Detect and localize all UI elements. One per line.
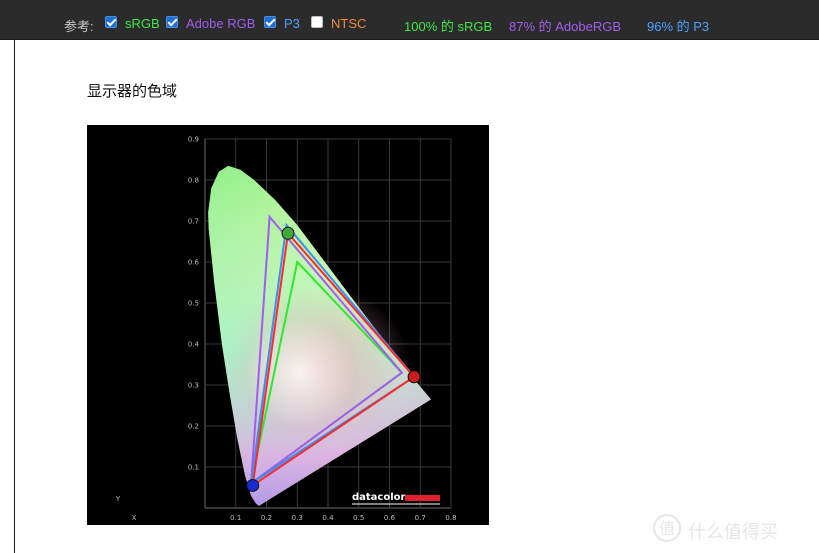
brand-logo: datacolor	[352, 492, 440, 505]
x-tick-label: 0.5	[353, 514, 364, 522]
adobe-rgb-checkbox[interactable]	[166, 16, 178, 28]
y-tick-label: 0.7	[188, 218, 199, 226]
x-tick-label: 0.6	[384, 514, 396, 522]
x-tick-label: 0.7	[415, 514, 426, 522]
x-tick-label: 0.2	[261, 514, 272, 522]
reference-label: 参考:	[64, 19, 94, 34]
gamut-chart: 0.1 0.2 0.3 0.4 0.5 0.6 0.7 0.8 0.1 0.2 0.3 0.4 0.5 0…	[87, 125, 489, 525]
x-tick-label: 0.3	[292, 514, 303, 522]
srgb-checkbox[interactable]	[105, 16, 117, 28]
y-tick-label: 0.3	[188, 382, 199, 390]
brand-bar	[405, 495, 440, 501]
red-primary-dot	[407, 370, 421, 384]
y-axis-label: Y	[115, 495, 121, 503]
reference-toolbar: 参考: sRGB Adobe RGB P3 NTSC 100% 的 sRGB 8…	[0, 0, 819, 40]
cie-chromaticity-diagram: 0.1 0.2 0.3 0.4 0.5 0.6 0.7 0.8 0.1 0.2 0.3 0.4 0.5 0…	[115, 136, 457, 523]
page-title: 显示器的色域	[87, 83, 178, 100]
green-primary-dot	[281, 226, 295, 240]
y-tick-label: 0.8	[188, 177, 199, 185]
y-tick-label: 0.2	[188, 423, 199, 431]
x-tick-label: 0.8	[445, 514, 456, 522]
y-tick-label: 0.9	[188, 136, 199, 144]
x-axis-label: X	[132, 514, 137, 522]
adobe-rgb-coverage-stat: 87% 的 AdobeRGB	[509, 19, 622, 34]
y-tick-label: 0.4	[188, 341, 200, 349]
p3-checkbox-label[interactable]: P3	[284, 16, 300, 31]
site-watermark: 值 什么值得买	[652, 510, 812, 546]
svg-text:值: 值	[659, 519, 675, 538]
watermark-text: 什么值得买	[688, 522, 778, 543]
blue-primary-dot	[246, 478, 260, 492]
adobe-rgb-checkbox-label[interactable]: Adobe RGB	[186, 16, 255, 31]
spectral-locus	[208, 165, 431, 506]
p3-coverage-stat: 96% 的 P3	[647, 19, 710, 34]
srgb-checkbox-label[interactable]: sRGB	[125, 16, 160, 31]
brand-text: datacolor	[352, 492, 406, 503]
srgb-coverage-stat: 100% 的 sRGB	[404, 19, 493, 34]
y-tick-label: 0.5	[188, 300, 199, 308]
x-tick-label: 0.1	[230, 514, 241, 522]
ntsc-checkbox[interactable]	[311, 16, 323, 28]
site-logo-icon: 值	[653, 514, 681, 542]
y-tick-label: 0.1	[188, 464, 199, 472]
x-tick-label: 0.4	[322, 514, 334, 522]
ntsc-checkbox-label[interactable]: NTSC	[331, 16, 366, 31]
p3-checkbox[interactable]	[264, 16, 276, 28]
y-tick-label: 0.6	[188, 259, 200, 267]
